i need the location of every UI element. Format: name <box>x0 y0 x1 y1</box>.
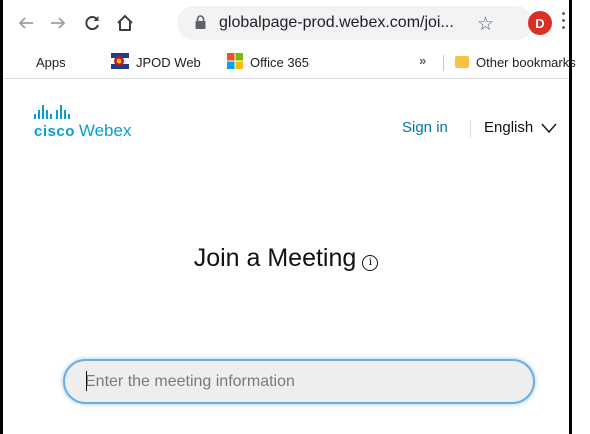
sign-in-link[interactable]: Sign in <box>402 119 448 136</box>
cisco-bars-icon <box>34 105 131 119</box>
apps-grid-icon <box>15 55 29 69</box>
bookmark-jpod-web[interactable]: JPOD Web <box>111 52 201 72</box>
jpod-logo-icon <box>111 52 129 72</box>
brand-cisco: cisco <box>34 123 75 140</box>
reload-icon[interactable] <box>81 12 103 34</box>
home-icon[interactable] <box>114 12 136 34</box>
bookmark-label: JPOD Web <box>136 54 201 70</box>
bookmarks-overflow-icon[interactable]: » <box>419 53 426 68</box>
kebab-menu-icon[interactable] <box>562 12 566 33</box>
profile-avatar[interactable]: D <box>528 11 552 35</box>
lock-icon[interactable] <box>195 15 206 34</box>
url-text[interactable]: globalpage-prod.webex.com/joi... <box>219 14 454 32</box>
text-cursor <box>86 371 87 391</box>
webex-join-page: cisco Webex Sign in English Join a Meetin… <box>3 79 569 434</box>
back-icon[interactable] <box>15 12 37 34</box>
bookmark-label: Apps <box>36 54 66 70</box>
folder-icon <box>455 56 469 68</box>
bookmark-apps[interactable]: Apps <box>15 52 66 72</box>
browser-toolbar: globalpage-prod.webex.com/joi... ☆ D <box>3 0 569 46</box>
page-title: Join a Meeting <box>193 244 357 272</box>
office-logo-icon <box>227 52 243 72</box>
bookmark-other[interactable]: Other bookmarks <box>455 52 576 72</box>
star-icon[interactable]: ☆ <box>477 13 494 36</box>
chevron-down-icon[interactable] <box>541 121 557 139</box>
info-icon[interactable]: i <box>362 255 379 271</box>
header-divider <box>470 120 471 138</box>
bookmark-label: Office 365 <box>250 54 310 70</box>
bookmark-label: Other bookmarks <box>476 54 576 70</box>
bookmarks-divider <box>443 55 444 71</box>
bookmarks-bar: Apps JPOD Web Office 365 » Other bookmar… <box>3 46 576 79</box>
forward-icon[interactable] <box>47 12 69 34</box>
meeting-info-input[interactable] <box>63 359 535 404</box>
brand-webex: Webex <box>78 121 132 140</box>
page-heading: Join a Meeting i <box>3 244 569 273</box>
bookmark-office-365[interactable]: Office 365 <box>227 52 309 72</box>
language-selector[interactable]: English <box>484 119 533 136</box>
address-bar[interactable]: globalpage-prod.webex.com/joi... ☆ <box>177 6 533 40</box>
cisco-webex-logo[interactable]: cisco Webex <box>34 105 131 141</box>
